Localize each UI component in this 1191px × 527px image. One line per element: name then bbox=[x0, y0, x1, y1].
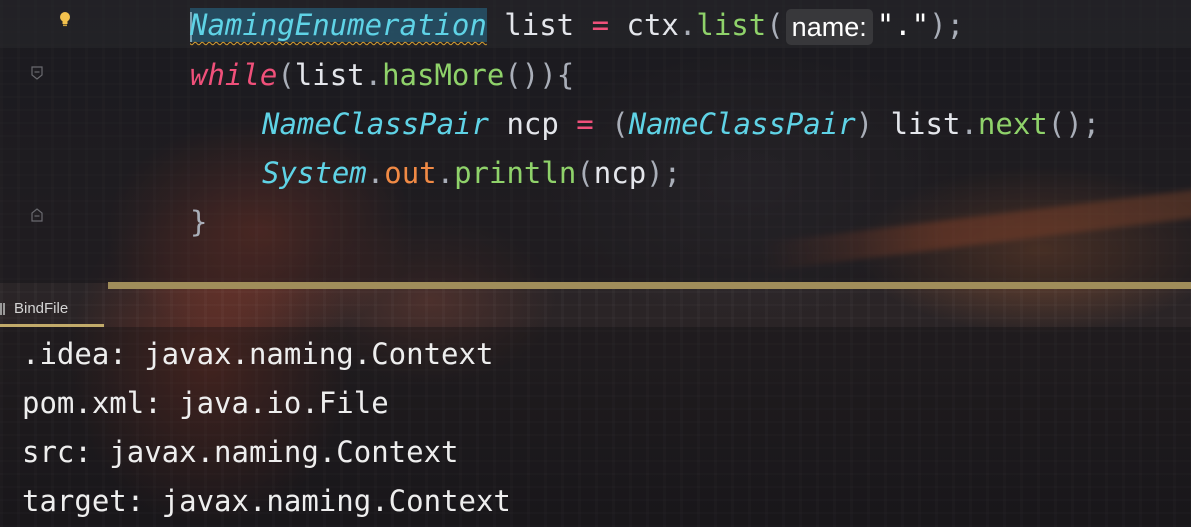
code-editor[interactable]: NamingEnumeration list = ctx.list(name: "… bbox=[0, 0, 1191, 283]
code-token-operator: = bbox=[591, 8, 610, 42]
code-token-punct: . bbox=[366, 156, 385, 190]
code-token-punct: ) bbox=[855, 107, 874, 141]
code-token-punct: (); bbox=[1047, 107, 1101, 141]
parameter-hint: name: bbox=[785, 9, 873, 45]
code-token-type: System bbox=[262, 156, 367, 190]
code-token: ncp bbox=[488, 107, 577, 141]
code-token-punct: ( bbox=[766, 8, 784, 42]
code-token-type: NameClassPair bbox=[262, 107, 489, 141]
run-tab-icon bbox=[0, 303, 5, 315]
code-line[interactable]: while(list.hasMore()){ bbox=[190, 51, 574, 99]
fold-marker-icon[interactable] bbox=[30, 66, 44, 80]
code-token-method: println bbox=[454, 156, 577, 190]
code-line[interactable]: } bbox=[190, 198, 207, 246]
console-line: pom.xml: java.io.File bbox=[22, 386, 389, 420]
code-token-punct: . bbox=[364, 58, 383, 92]
lightbulb-icon[interactable] bbox=[58, 11, 72, 27]
run-tab-bar: BindFile bbox=[0, 289, 1191, 327]
console-output[interactable]: .idea: javax.naming.Context pom.xml: jav… bbox=[0, 327, 1191, 527]
console-line: .idea: javax.naming.Context bbox=[22, 337, 494, 371]
code-token-type: NameClassPair bbox=[628, 107, 856, 141]
code-token-type: NamingEnumeration bbox=[190, 8, 487, 42]
tab-bindfile[interactable]: BindFile bbox=[0, 297, 104, 327]
code-token-punct: } bbox=[190, 205, 208, 239]
code-token-string: "." bbox=[876, 8, 930, 42]
code-token-keyword: while bbox=[190, 58, 278, 92]
code-token: list bbox=[873, 107, 961, 141]
code-line[interactable]: System.out.println(ncp); bbox=[190, 149, 681, 197]
console-line: src: javax.naming.Context bbox=[22, 435, 459, 469]
code-token-field: out bbox=[384, 156, 437, 190]
code-line[interactable]: NameClassPair ncp = (NameClassPair) list… bbox=[190, 100, 1100, 148]
code-token-method: hasMore bbox=[382, 58, 505, 92]
code-token: ncp bbox=[593, 156, 647, 190]
code-token-punct: . bbox=[678, 8, 697, 42]
code-token-method: next bbox=[977, 107, 1048, 141]
code-token: ctx bbox=[609, 8, 679, 42]
panel-splitter[interactable] bbox=[108, 282, 1191, 289]
code-token-punct: ( bbox=[593, 107, 629, 141]
editor-gutter bbox=[0, 0, 120, 283]
code-token-punct: . bbox=[436, 156, 455, 190]
code-token-operator: = bbox=[576, 107, 594, 141]
code-token-punct: ()){ bbox=[504, 58, 575, 92]
code-token-punct: . bbox=[960, 107, 978, 141]
code-token-punct: ( bbox=[277, 58, 295, 92]
code-token-punct: ); bbox=[646, 156, 682, 190]
code-token-method: list bbox=[696, 8, 767, 42]
code-token-punct: ); bbox=[929, 8, 965, 42]
code-token: list bbox=[486, 8, 592, 42]
fold-end-icon[interactable] bbox=[30, 208, 44, 222]
console-line: target: javax.naming.Context bbox=[22, 484, 511, 518]
code-token: list bbox=[294, 58, 365, 92]
code-line[interactable]: NamingEnumeration list = ctx.list(name: "… bbox=[190, 1, 964, 49]
code-token-punct: ( bbox=[576, 156, 594, 190]
tab-label: BindFile bbox=[14, 300, 69, 317]
